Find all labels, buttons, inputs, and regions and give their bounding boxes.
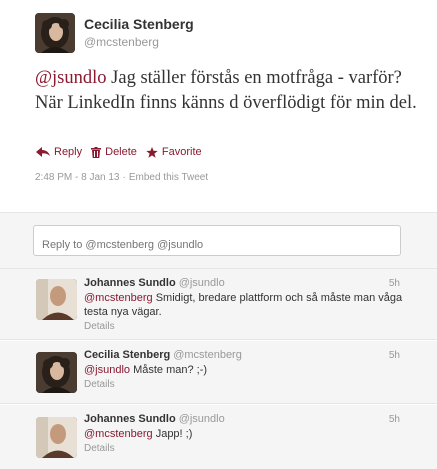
- tweet-meta: 2:48 PM - 8 Jan 13 · Embed this Tweet: [35, 172, 208, 183]
- reply-label: Reply: [54, 146, 83, 158]
- reply-time[interactable]: 5h: [389, 278, 400, 289]
- reply-header: Cecilia Stenberg @mcstenberg: [84, 349, 242, 361]
- reply-body: Måste man? ;-): [130, 364, 208, 376]
- reply-mention-link[interactable]: @mcstenberg: [84, 428, 153, 440]
- reply-author-name[interactable]: Johannes Sundlo: [84, 413, 176, 425]
- reply-author-handle[interactable]: @jsundlo: [179, 413, 225, 425]
- author-handle[interactable]: @mcstenberg: [84, 35, 159, 49]
- reply-button[interactable]: Reply: [36, 146, 82, 158]
- reply-arrow-icon: [36, 147, 50, 157]
- reply-details-link[interactable]: Details: [84, 379, 115, 390]
- reply-text: @mcstenberg Japp! ;): [84, 427, 414, 441]
- meta-separator: ·: [122, 172, 126, 183]
- tweet-timestamp[interactable]: 2:48 PM - 8 Jan 13: [35, 172, 120, 183]
- star-icon: [146, 146, 158, 158]
- reply-tweet[interactable]: Cecilia Stenberg @mcstenberg 5h @jsundlo …: [0, 341, 437, 404]
- reply-author-avatar[interactable]: [36, 417, 77, 458]
- reply-author-avatar[interactable]: [36, 279, 77, 320]
- reply-author-name[interactable]: Johannes Sundlo: [84, 277, 176, 289]
- reply-time[interactable]: 5h: [389, 350, 400, 361]
- reply-area: [0, 212, 437, 269]
- tweet-mention-link[interactable]: @jsundlo: [35, 68, 107, 88]
- tweet-actions: Reply Delete Favorite: [36, 146, 211, 158]
- author-name[interactable]: Cecilia Stenberg: [84, 16, 194, 32]
- tweet-text: @jsundlo Jag ställer förstås en motfråga…: [35, 66, 425, 116]
- reply-header: Johannes Sundlo @jsundlo: [84, 413, 225, 425]
- main-tweet: Cecilia Stenberg @mcstenberg @jsundlo Ja…: [0, 0, 437, 212]
- reply-tweet[interactable]: Johannes Sundlo @jsundlo 5h @mcstenberg J…: [0, 405, 437, 469]
- reply-mention-link[interactable]: @mcstenberg: [84, 292, 153, 304]
- reply-time[interactable]: 5h: [389, 414, 400, 425]
- reply-author-handle[interactable]: @jsundlo: [179, 277, 225, 289]
- reply-details-link[interactable]: Details: [84, 321, 115, 332]
- reply-text: @mcstenberg Smidigt, bredare plattform o…: [84, 291, 414, 319]
- reply-author-handle[interactable]: @mcstenberg: [173, 349, 242, 361]
- reply-header: Johannes Sundlo @jsundlo: [84, 277, 225, 289]
- favorite-label: Favorite: [161, 146, 202, 158]
- delete-label: Delete: [105, 146, 137, 158]
- reply-details-link[interactable]: Details: [84, 443, 115, 454]
- reply-mention-link[interactable]: @jsundlo: [84, 364, 130, 376]
- embed-tweet-link[interactable]: Embed this Tweet: [129, 172, 208, 183]
- author-avatar[interactable]: [35, 13, 75, 53]
- favorite-button[interactable]: Favorite: [146, 146, 202, 158]
- reply-text: @jsundlo Måste man? ;-): [84, 363, 414, 377]
- reply-tweet[interactable]: Johannes Sundlo @jsundlo 5h @mcstenberg S…: [0, 269, 437, 340]
- reply-input[interactable]: [33, 225, 401, 256]
- trash-icon: [91, 146, 102, 158]
- delete-button[interactable]: Delete: [91, 146, 137, 158]
- reply-author-name[interactable]: Cecilia Stenberg: [84, 349, 170, 361]
- reply-author-avatar[interactable]: [36, 352, 77, 393]
- reply-body: Japp! ;): [152, 428, 193, 440]
